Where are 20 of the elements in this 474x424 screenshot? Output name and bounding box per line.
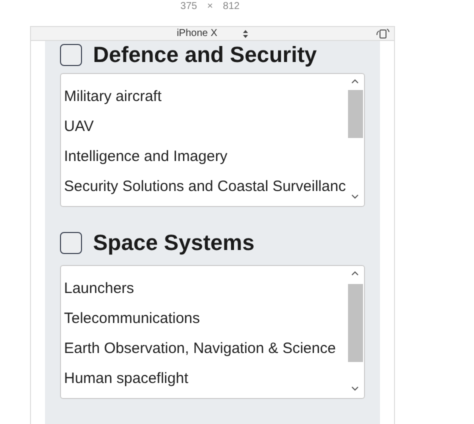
list-option[interactable]: Telecommunications [61, 304, 347, 334]
list-option[interactable]: Intelligence and Imagery [61, 142, 347, 172]
list-box[interactable]: Launchers Telecommunications Earth Observation, Navigation & Science Human spaceflight [60, 265, 365, 399]
viewport-width: 375 [180, 1, 198, 12]
list-box[interactable]: Military aircraft UAV Intelligence and Imagery Security Solutions and Coastal Surveillanc [60, 73, 365, 207]
list-option[interactable]: Military aircraft [61, 82, 347, 112]
list-option[interactable]: Security Solutions and Coastal Surveillanc [61, 172, 347, 202]
viewport-height: 812 [222, 1, 240, 12]
up-down-arrows-icon [243, 30, 248, 38]
section-heading: Space Systems [93, 230, 254, 256]
list-option[interactable]: Earth Observation, Navigation & Science [61, 334, 347, 364]
section-heading: Defence and Security [93, 42, 317, 68]
times-sign: × [207, 1, 213, 12]
rotate-icon[interactable] [376, 28, 390, 39]
checkbox[interactable] [60, 44, 82, 66]
checkbox[interactable] [60, 232, 82, 254]
device-select[interactable]: iPhone X [176, 28, 248, 39]
list-option[interactable]: Human spaceflight [61, 364, 347, 394]
list-option[interactable]: Launchers [61, 274, 347, 304]
list-option[interactable]: UAV [61, 112, 347, 142]
